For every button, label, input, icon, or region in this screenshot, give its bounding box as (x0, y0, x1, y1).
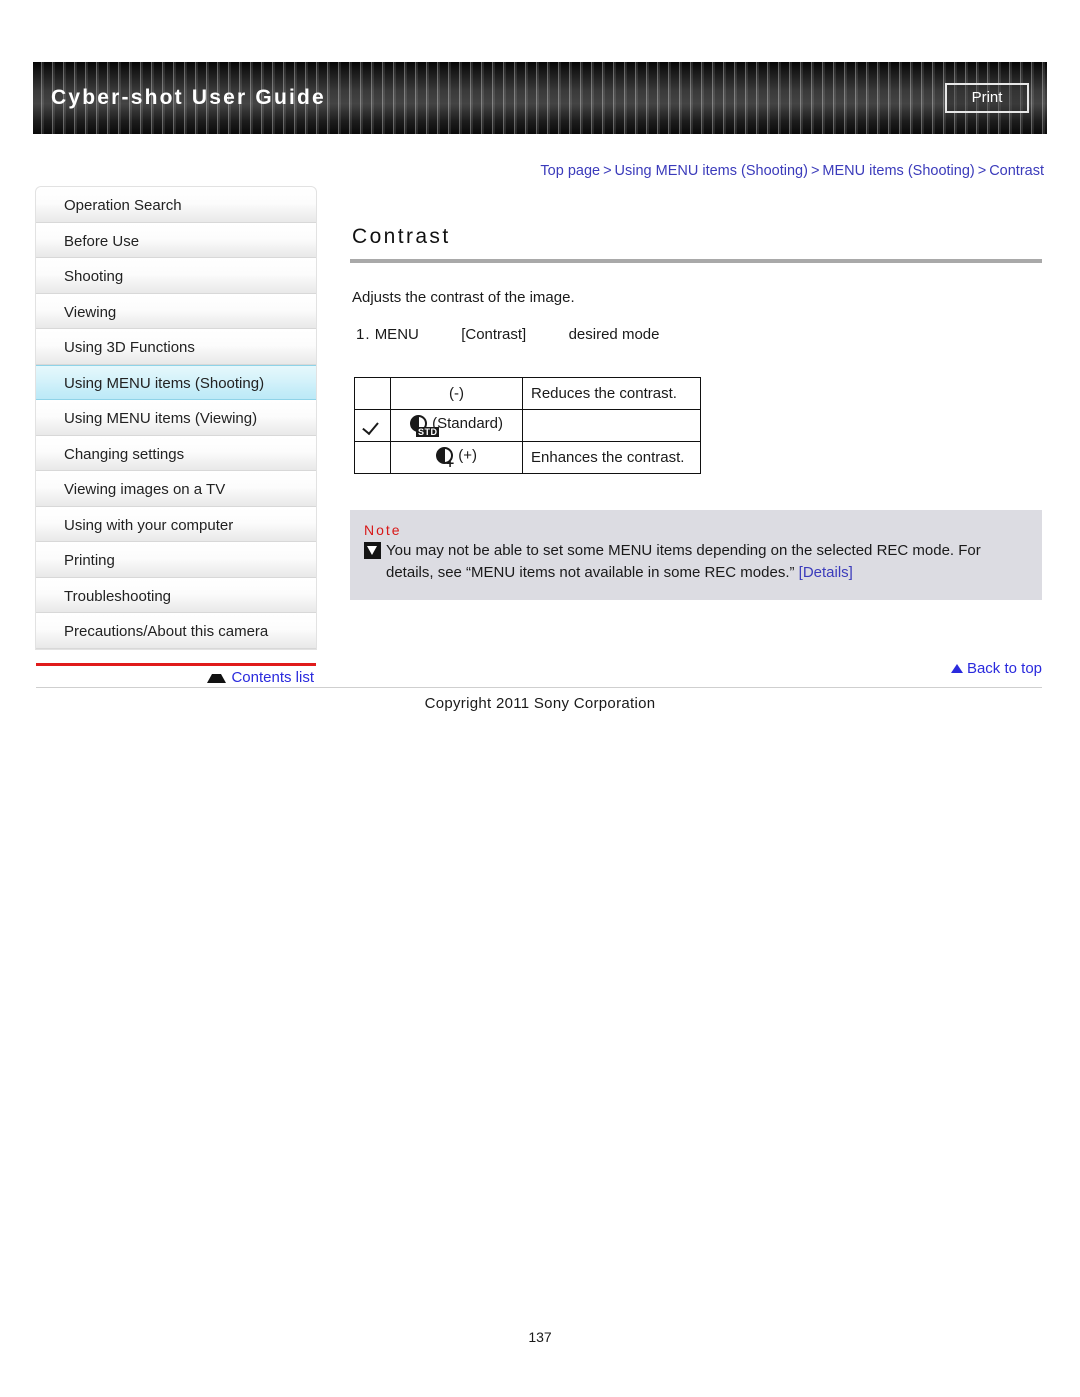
row-check-cell (354, 409, 391, 442)
contrast-standard-label: (Standard) (432, 415, 504, 432)
contrast-minus-label: (-) (449, 385, 464, 402)
sidebar-item-shooting[interactable]: Shooting (36, 258, 316, 294)
contrast-plus-icon: + (436, 447, 454, 470)
contents-list-icon (207, 670, 227, 683)
breadcrumb-item-using-menu-items-shooting[interactable]: Using MENU items (Shooting) (615, 163, 808, 179)
title-divider (350, 259, 1042, 263)
breadcrumb-separator: > (977, 163, 987, 179)
contrast-standard-icon: STD (409, 415, 440, 437)
sidebar-item-before-use[interactable]: Before Use (36, 222, 316, 258)
sidebar-item-using-3d-functions[interactable]: Using 3D Functions (36, 329, 316, 365)
contents-list-label: Contents list (231, 669, 314, 686)
app-header-banner: Cyber-shot User Guide Print (33, 62, 1047, 134)
breadcrumb-item-top-page[interactable]: Top page (540, 163, 600, 179)
back-to-top-link[interactable]: Back to top (350, 660, 1042, 677)
note-text: You may not be able to set some MENU ite… (386, 542, 981, 581)
breadcrumb-separator: > (810, 163, 820, 179)
sidebar-item-using-with-your-computer[interactable]: Using with your computer (36, 506, 316, 542)
main-content: Contrast Adjusts the contrast of the ima… (350, 225, 1042, 600)
procedure-step-1: 1. MENU [Contrast] desired mode (356, 326, 1042, 343)
sidebar-item-printing[interactable]: Printing (36, 542, 316, 578)
contrast-options-table: (-) Reduces the contrast. STD (Standard) (354, 377, 701, 474)
row-check-cell (354, 441, 391, 474)
step-part-menu: MENU (374, 326, 419, 343)
table-row: (-) Reduces the contrast. (354, 377, 701, 410)
sidebar-item-using-menu-items-viewing[interactable]: Using MENU items (Viewing) (36, 400, 316, 436)
note-label: Note (364, 522, 402, 538)
row-desc-cell: Reduces the contrast. (522, 377, 701, 410)
breadcrumb-item-menu-items-shooting[interactable]: MENU items (Shooting) (822, 163, 974, 179)
note-box: Note You may not be able to set some MEN… (350, 510, 1042, 600)
sidebar-item-troubleshooting[interactable]: Troubleshooting (36, 577, 316, 613)
breadcrumb-separator: > (603, 163, 612, 179)
step-part-contrast: [Contrast] (461, 326, 527, 343)
sidebar-item-using-menu-items-shooting[interactable]: Using MENU items (Shooting) (36, 364, 316, 400)
contrast-plus-label: (+) (458, 447, 477, 464)
back-to-top-label: Back to top (966, 660, 1042, 677)
page-title: Contrast (352, 225, 451, 248)
triangle-down-icon (364, 542, 381, 559)
row-check-cell (354, 377, 391, 410)
copyright-text: Copyright 2011 Sony Corporation (424, 695, 656, 712)
breadcrumb: Top page > Using MENU items (Shooting) > MEN… (540, 163, 1044, 179)
contents-list-link[interactable]: Contents list (36, 669, 316, 686)
row-mode-cell: + (+) (390, 441, 523, 474)
sidebar-item-changing-settings[interactable]: Changing settings (36, 435, 316, 471)
table-row: STD (Standard) (354, 409, 701, 442)
row-desc-cell: Enhances the contrast. (522, 441, 701, 474)
details-link[interactable]: [Details] (799, 564, 853, 581)
row-desc-cell (522, 409, 701, 442)
row-mode-cell: (-) (390, 377, 523, 410)
print-button[interactable]: Print (945, 83, 1029, 113)
app-title: Cyber-shot User Guide (51, 86, 326, 109)
triangle-up-icon (950, 664, 963, 673)
checkmark-icon (364, 419, 382, 434)
step-part-desired-mode: desired mode (568, 326, 660, 343)
sidebar-item-operation-search[interactable]: Operation Search (36, 187, 316, 223)
table-row: + (+) Enhances the contrast. (354, 441, 701, 474)
note-body: You may not be able to set some MENU ite… (364, 540, 1028, 584)
footer-divider (36, 687, 1042, 688)
intro-text: Adjusts the contrast of the image. (352, 289, 575, 306)
page-number: 137 (528, 1329, 552, 1345)
sidebar-item-viewing[interactable]: Viewing (36, 293, 316, 329)
row-mode-cell: STD (Standard) (390, 409, 523, 442)
breadcrumb-item-contrast[interactable]: Contrast (989, 163, 1044, 179)
step-number: 1. (356, 326, 371, 343)
sidebar-item-precautions-about-this-camera[interactable]: Precautions/About this camera (36, 613, 316, 649)
sidebar-accent-rule (36, 663, 316, 666)
sidebar-item-viewing-images-on-a-tv[interactable]: Viewing images on a TV (36, 471, 316, 507)
sidebar-navigation: Operation Search Before Use Shooting Vie… (36, 187, 316, 649)
